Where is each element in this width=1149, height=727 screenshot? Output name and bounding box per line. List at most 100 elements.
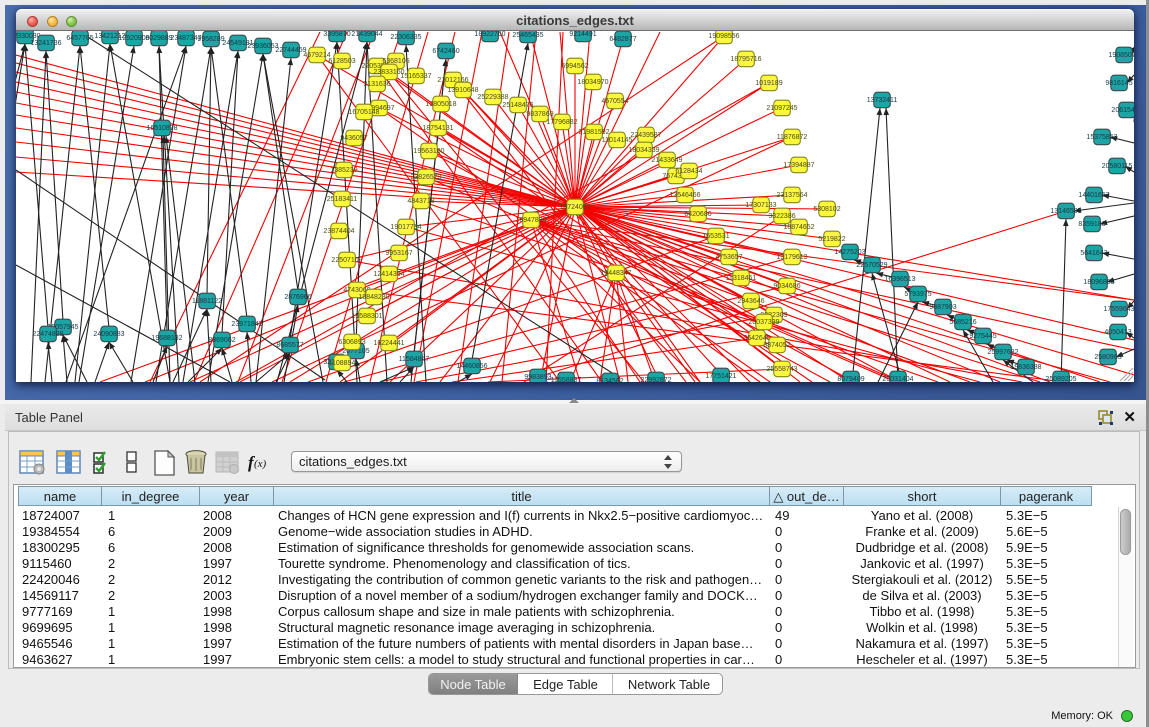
svg-text:2580963: 2580963 <box>1094 354 1121 361</box>
svg-text:9816145: 9816145 <box>1105 80 1132 87</box>
svg-text:25558743: 25558743 <box>766 366 797 373</box>
svg-text:24090883: 24090883 <box>93 331 124 338</box>
svg-text:11014145: 11014145 <box>602 137 633 144</box>
svg-text:9953167: 9953167 <box>385 250 412 257</box>
svg-text:17307133: 17307133 <box>745 202 776 209</box>
svg-text:23874404: 23874404 <box>323 228 354 235</box>
svg-text:13241736: 13241736 <box>30 40 61 47</box>
svg-text:11584847: 11584847 <box>399 356 430 363</box>
svg-text:8685577: 8685577 <box>276 342 303 349</box>
svg-text:1385239: 1385239 <box>330 167 357 174</box>
svg-text:25089205: 25089205 <box>1045 376 1076 382</box>
svg-text:16510878: 16510878 <box>146 125 177 132</box>
svg-text:18795716: 18795716 <box>730 56 761 63</box>
svg-text:6306893: 6306893 <box>338 339 365 346</box>
svg-text:3131636: 3131636 <box>363 81 390 88</box>
svg-text:6457765: 6457765 <box>66 35 93 42</box>
svg-text:2943646: 2943646 <box>737 298 764 305</box>
svg-text:20580115: 20580115 <box>1102 163 1133 170</box>
svg-text:21439044: 21439044 <box>351 31 382 38</box>
svg-text:4843718: 4843718 <box>407 198 434 205</box>
svg-text:4753657: 4753657 <box>715 254 742 261</box>
svg-text:9214491: 9214491 <box>569 31 596 38</box>
svg-text:22507109: 22507109 <box>331 257 362 264</box>
svg-text:16705148: 16705148 <box>348 109 379 116</box>
svg-text:9958289: 9958289 <box>197 36 224 43</box>
svg-text:22330030: 22330030 <box>16 33 41 40</box>
svg-text:15375853: 15375853 <box>1086 134 1117 141</box>
svg-text:23936053: 23936053 <box>247 43 278 50</box>
svg-text:9837869: 9837869 <box>526 111 553 118</box>
svg-text:19098556: 19098556 <box>708 33 739 40</box>
svg-text:16224441: 16224441 <box>373 340 404 347</box>
svg-text:22992872: 22992872 <box>640 377 671 382</box>
svg-text:13546466: 13546466 <box>669 192 700 199</box>
svg-text:18874652: 18874652 <box>783 224 814 231</box>
svg-text:23826523: 23826523 <box>410 174 441 181</box>
svg-text:21097245: 21097245 <box>766 105 797 112</box>
svg-text:9436057: 9436057 <box>340 135 367 142</box>
svg-text:6994562: 6994562 <box>561 63 588 70</box>
svg-text:5793975: 5793975 <box>904 291 931 298</box>
svg-text:5685216: 5685216 <box>949 319 976 326</box>
svg-text:18922760: 18922760 <box>474 31 505 38</box>
svg-text:19688132: 19688132 <box>151 335 182 342</box>
svg-text:11318461: 11318461 <box>726 275 757 282</box>
svg-text:19836388: 19836388 <box>1010 364 1041 371</box>
svg-text:3642648: 3642648 <box>743 335 770 342</box>
svg-text:18096865: 18096865 <box>1083 279 1114 286</box>
svg-text:22744459: 22744459 <box>275 47 306 54</box>
svg-text:20037339: 20037339 <box>748 319 779 326</box>
svg-text:18754131: 18754131 <box>422 125 453 132</box>
svg-text:6482877: 6482877 <box>609 36 636 43</box>
svg-text:18034339: 18034339 <box>628 147 659 154</box>
svg-text:25997682: 25997682 <box>987 349 1018 356</box>
svg-text:25229388: 25229388 <box>477 94 508 101</box>
svg-text:11876872: 11876872 <box>777 134 808 141</box>
svg-text:22570529: 22570529 <box>856 262 887 269</box>
svg-text:17751421: 17751421 <box>705 373 736 380</box>
svg-text:17796882: 17796882 <box>546 119 577 126</box>
svg-text:16947830: 16947830 <box>515 217 546 224</box>
svg-text:5219822: 5219822 <box>818 236 845 243</box>
svg-text:4679214: 4679214 <box>303 52 330 59</box>
svg-text:13910648: 13910648 <box>447 87 478 94</box>
svg-text:9034686: 9034686 <box>773 283 800 290</box>
svg-text:1653531: 1653531 <box>702 233 729 240</box>
svg-text:22439587: 22439587 <box>630 132 661 139</box>
svg-text:4050413: 4050413 <box>1104 329 1131 336</box>
svg-text:9983893: 9983893 <box>524 374 551 381</box>
svg-text:2876966: 2876966 <box>284 294 311 301</box>
svg-text:3322386: 3322386 <box>768 213 795 220</box>
svg-text:14275203: 14275203 <box>834 249 865 256</box>
svg-text:15165337: 15165337 <box>400 73 431 80</box>
svg-text:19017734: 19017734 <box>390 224 421 231</box>
svg-text:16396513: 16396513 <box>884 276 915 283</box>
svg-text:6420686: 6420686 <box>684 211 711 218</box>
svg-text:13179613: 13179613 <box>776 254 807 261</box>
svg-text:25183411: 25183411 <box>327 196 358 203</box>
svg-text:11881122: 11881122 <box>192 298 222 305</box>
svg-text:19085076: 19085076 <box>1108 52 1134 59</box>
svg-text:17394887: 17394887 <box>783 162 814 169</box>
svg-text:6128434: 6128434 <box>675 168 702 175</box>
svg-text:8369062: 8369062 <box>208 337 235 344</box>
svg-text:9887903: 9887903 <box>929 304 956 311</box>
svg-text:(x): (x) <box>254 458 267 470</box>
svg-text:3395870: 3395870 <box>323 31 350 38</box>
svg-text:19448347: 19448347 <box>600 270 631 277</box>
svg-text:11558837: 11558837 <box>551 377 582 382</box>
svg-text:5308102: 5308102 <box>813 206 840 213</box>
svg-text:21981592: 21981592 <box>578 129 609 136</box>
svg-text:8029889: 8029889 <box>145 35 172 42</box>
svg-text:8359183: 8359183 <box>1078 221 1105 228</box>
svg-text:13146585: 13146585 <box>1050 208 1081 215</box>
svg-text:21433649: 21433649 <box>651 157 682 164</box>
svg-text:4570554: 4570554 <box>601 98 628 105</box>
svg-text:8134562: 8134562 <box>596 378 623 382</box>
svg-text:14401657: 14401657 <box>1078 192 1109 199</box>
svg-text:20031404: 20031404 <box>882 376 913 382</box>
svg-text:10848230: 10848230 <box>358 294 389 301</box>
svg-text:15588301: 15588301 <box>351 313 382 320</box>
svg-text:25465435: 25465435 <box>512 32 543 39</box>
